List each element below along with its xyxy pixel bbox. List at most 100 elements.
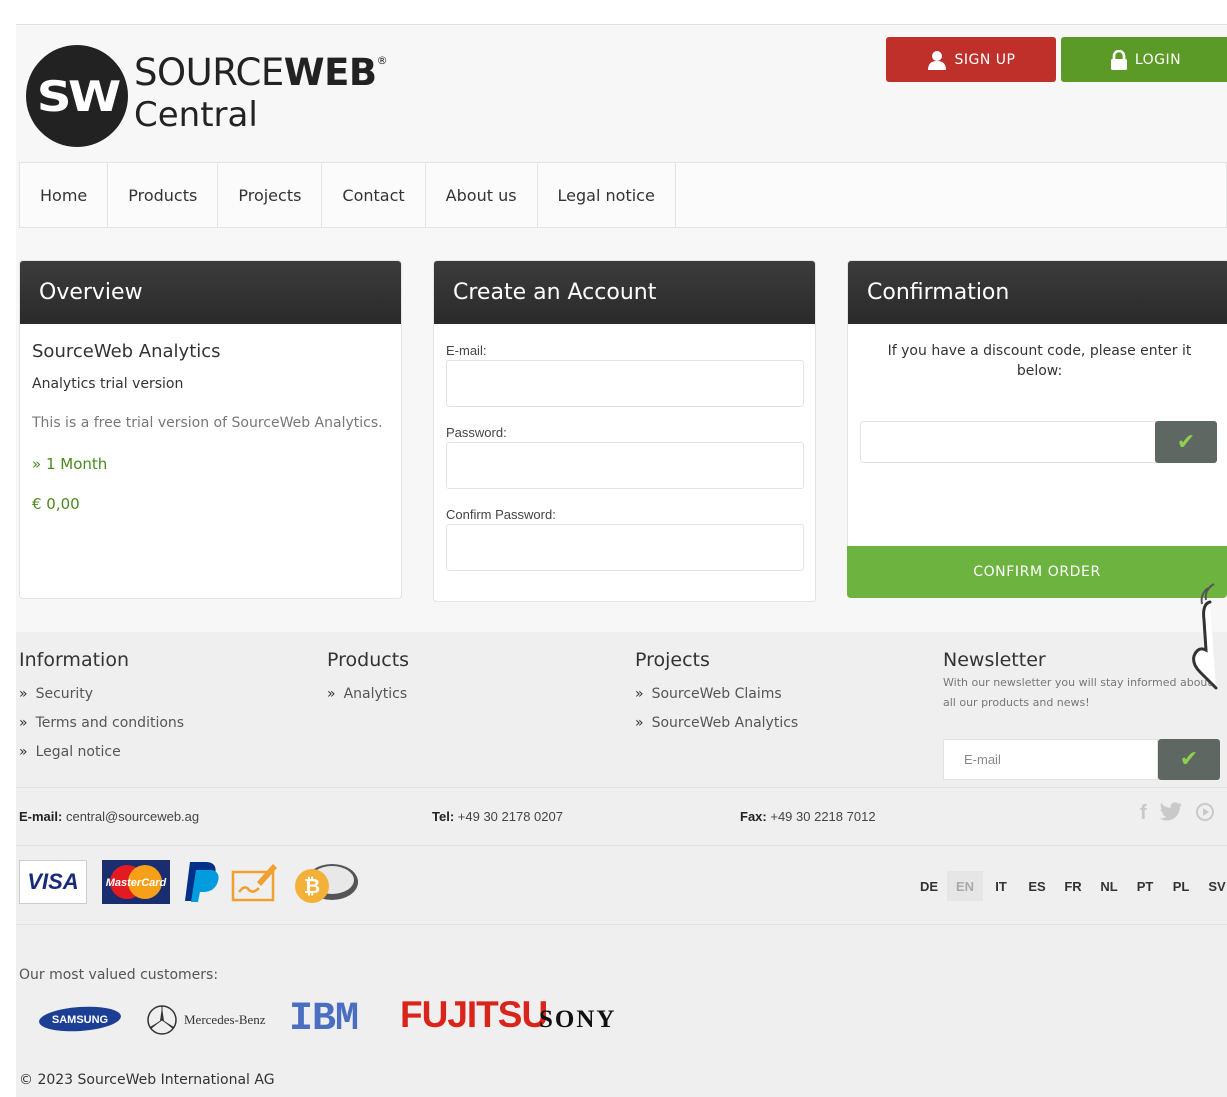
create-account-panel: Create an Account E-mail: Password: Conf… [433,260,816,602]
divider [16,845,1227,846]
nav-item-contact[interactable]: Contact [322,163,426,227]
confirm-password-label: Confirm Password: [446,507,556,522]
visa-logo: VISA [19,860,87,904]
mercedes-logo: Mercedes-Benz [146,1004,266,1036]
lang-en[interactable]: EN [947,871,983,901]
nav-item-home[interactable]: Home [20,163,109,227]
login-label: LOGIN [1134,51,1182,68]
double-chevron-icon: » [635,714,644,731]
logo-brand-name: SOURCEWEB® [134,51,388,94]
email-field[interactable] [446,360,804,407]
confirm-order-button[interactable]: CONFIRM ORDER [847,546,1227,598]
newsletter-subscribe-button[interactable]: ✔ [1158,739,1220,780]
contact-email: E-mail: central@sourceweb.ag [19,809,200,824]
user-icon [927,50,946,70]
lang-sv[interactable]: SV [1199,871,1227,901]
lang-de[interactable]: DE [911,871,947,901]
footer-products: Products » Analytics [327,649,409,708]
footer-products-heading: Products [327,649,410,671]
facebook-icon[interactable]: f [1140,802,1147,825]
sign-up-button[interactable]: SIGN UP [886,37,1056,82]
lock-icon [1110,49,1127,70]
check-icon: ✔ [1176,429,1196,455]
password-field[interactable] [446,442,804,489]
overview-panel: Overview SourceWeb Analytics Analytics t… [19,260,402,599]
contact-tel: Tel: +49 30 2178 0207 [432,809,563,824]
double-chevron-icon: » [635,685,644,702]
paypal-icon [185,862,219,902]
email-label: E-mail: [446,343,487,358]
login-button[interactable]: LOGIN [1061,37,1227,82]
discount-code-input[interactable] [860,421,1156,463]
hand-cursor-icon [1192,583,1218,690]
social-links: f [1140,802,1215,825]
nav-item-projects[interactable]: Projects [218,163,323,227]
footer: Information » Security » Terms and conditi… [16,632,1227,1097]
lang-es[interactable]: ES [1019,871,1055,901]
password-label: Password: [446,425,507,440]
product-description: This is a free trial version of SourceWe… [32,415,383,431]
footer-projects-heading: Projects [635,649,710,671]
footer-information-heading: Information [19,649,129,671]
divider [16,924,1227,925]
double-chevron-icon: » [19,743,28,760]
lang-pt[interactable]: PT [1127,871,1163,901]
confirm-password-field[interactable] [446,524,804,571]
newsletter-email-input[interactable]: E-mail [943,739,1158,780]
double-chevron-icon: » [19,685,28,702]
nav-item-about-us[interactable]: About us [426,163,538,227]
product-price: € 0,00 [32,495,80,513]
email-link[interactable]: central@sourceweb.ag [66,809,199,824]
page: SW SOURCEWEB® Central SIGN UP LOGIN Home… [16,24,1227,1097]
footer-link-sourceweb-claims[interactable]: » SourceWeb Claims [635,679,798,708]
overview-heading: Overview [20,261,401,324]
nav-item-legal-notice[interactable]: Legal notice [538,163,676,227]
footer-link-sourceweb-analytics[interactable]: » SourceWeb Analytics [635,708,798,737]
svg-text:₿: ₿ [304,876,320,898]
bitcoin-icon: ₿ [295,864,358,903]
check-icon: ✔ [1179,747,1199,772]
youtube-icon[interactable] [1195,802,1215,822]
fujitsu-logo: FUJITSU [400,994,548,1035]
product-duration: » 1 Month [32,455,108,473]
main-nav: Home Products Projects Contact About us … [19,162,1227,228]
lang-fr[interactable]: FR [1055,871,1091,901]
apply-discount-button[interactable]: ✔ [1155,421,1217,463]
double-chevron-icon: » [32,455,42,473]
samsung-logo: SAMSUNG [39,1006,121,1032]
product-name: SourceWeb Analytics [32,341,221,362]
svg-text:SAMSUNG: SAMSUNG [52,1014,108,1026]
ibm-logo: IBM [289,997,359,1042]
sign-up-label: SIGN UP [954,51,1016,68]
twitter-icon[interactable] [1159,802,1183,822]
logo[interactable]: SW SOURCEWEB® Central [26,43,388,147]
lang-it[interactable]: IT [983,871,1019,901]
nav-item-products[interactable]: Products [108,163,219,227]
footer-link-security[interactable]: » Security [19,679,184,708]
mercedes-star-icon [147,1005,177,1035]
footer-information: Information » Security » Terms and conditi… [19,649,184,766]
confirmation-heading: Confirmation [848,261,1227,324]
customers-label: Our most valued customers: [19,967,219,983]
double-chevron-icon: » [327,685,336,702]
double-chevron-icon: » [19,714,28,731]
footer-link-terms[interactable]: » Terms and conditions [19,708,184,737]
language-selector: DE EN IT ES FR NL PT PL SV [911,871,1227,901]
sony-logo: SONY [539,1006,617,1033]
copyright: © 2023 SourceWeb International AG [19,1072,275,1088]
discount-instructions: If you have a discount code, please ente… [887,343,1192,379]
divider [16,787,1227,788]
contact-fax: Fax: +49 30 2218 7012 [740,809,876,824]
footer-link-analytics[interactable]: » Analytics [327,679,409,708]
footer-link-legal-notice[interactable]: » Legal notice [19,737,184,766]
product-subtitle: Analytics trial version [32,376,184,392]
cheque-icon [231,864,277,902]
logo-subtitle: Central [134,95,258,135]
lang-nl[interactable]: NL [1091,871,1127,901]
svg-text:MasterCard: MasterCard [106,877,167,889]
mastercard-logo: MasterCard [102,860,170,904]
lang-pl[interactable]: PL [1163,871,1199,901]
create-account-heading: Create an Account [434,261,815,324]
footer-projects: Projects » SourceWeb Claims » SourceWeb An… [635,649,798,737]
logo-mark: SW [26,45,128,147]
